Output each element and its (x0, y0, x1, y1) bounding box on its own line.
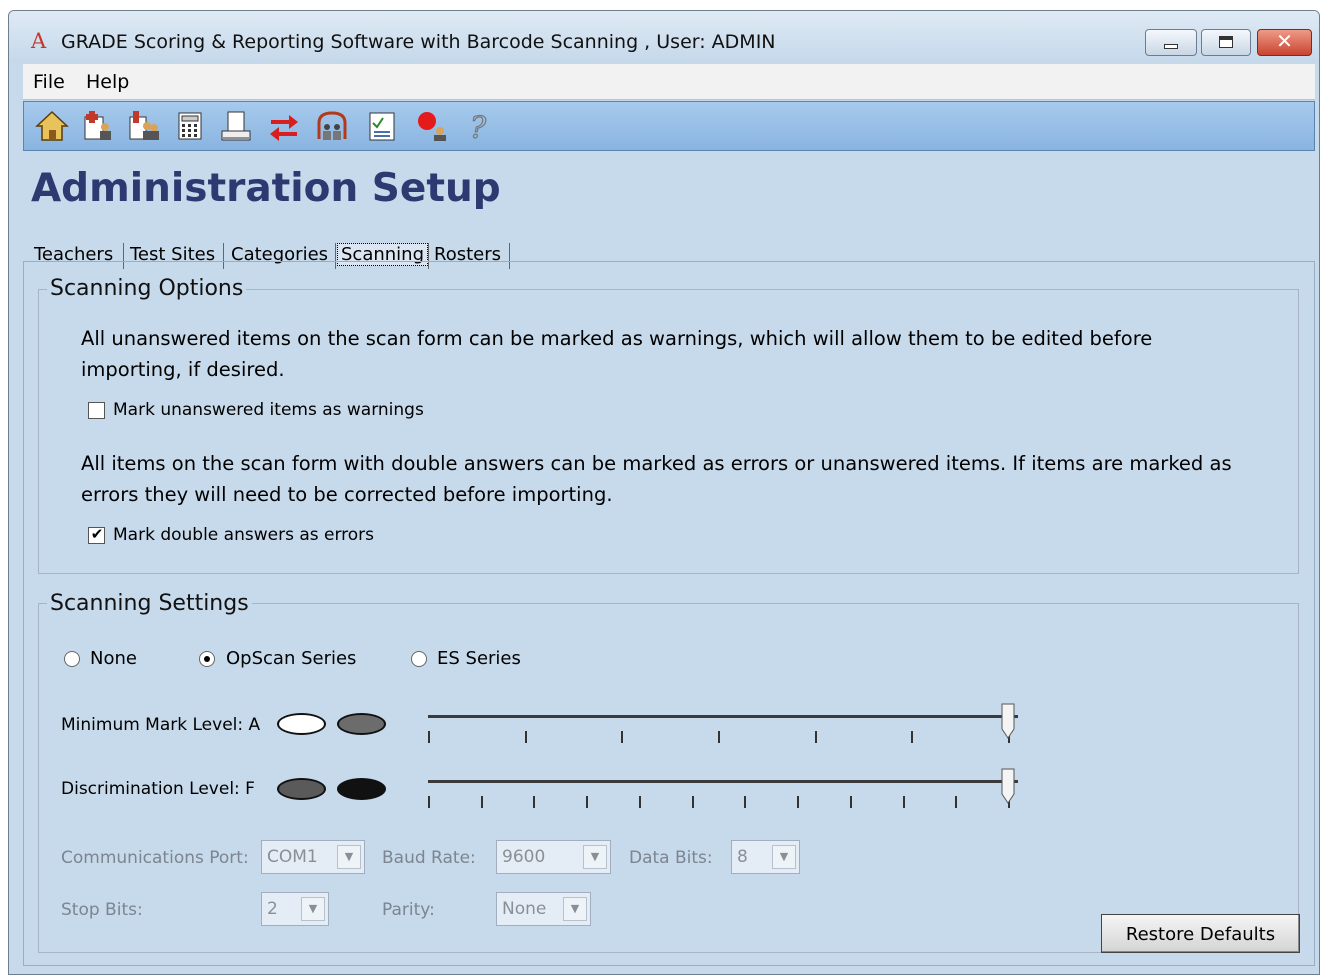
radio-selected-dot (204, 656, 210, 662)
minimum-mark-level-label: Minimum Mark Level: A (61, 715, 261, 735)
stop-bits-value: 2 (267, 899, 278, 919)
slider-tick (428, 731, 430, 743)
transfer-icon[interactable] (266, 108, 302, 144)
data-bits-value: 8 (737, 847, 748, 867)
dropdown-arrow-icon: ▼ (563, 897, 587, 921)
medium-mark-oval-icon (277, 778, 326, 800)
mark-unanswered-checkbox[interactable] (88, 402, 105, 419)
title-bar[interactable]: A GRADE Scoring & Reporting Software wit… (9, 11, 1319, 63)
scanning-options-title: Scanning Options (47, 276, 247, 302)
slider-tick (797, 796, 800, 808)
minimize-icon (1164, 44, 1178, 49)
app-logo-icon: A (31, 29, 47, 53)
dropdown-arrow-icon: ▼ (337, 845, 361, 869)
slider-tick (638, 796, 641, 808)
baud-rate-select[interactable]: 9600 ▼ (496, 840, 611, 874)
discrimination-level-label: Discrimination Level: F (61, 779, 255, 799)
radio-es-series-label[interactable]: ES Series (437, 648, 521, 670)
window-title: GRADE Scoring & Reporting Software with … (61, 31, 776, 53)
page-title: Administration Setup (31, 166, 501, 211)
mark-double-answers-label[interactable]: Mark double answers as errors (113, 524, 374, 546)
restore-defaults-button[interactable]: Restore Defaults (1101, 914, 1300, 953)
slider-tick (718, 731, 720, 743)
calculator-icon[interactable] (172, 108, 208, 144)
slider-tick (744, 796, 747, 808)
scanner-icon[interactable] (414, 108, 450, 144)
close-icon: ✕ (1276, 29, 1293, 53)
radio-none-label[interactable]: None (90, 648, 137, 670)
slider-tick (533, 796, 536, 808)
minimum-mark-slider[interactable] (428, 703, 1018, 753)
menu-file[interactable]: File (33, 72, 65, 92)
slider-tick (621, 731, 624, 743)
help-icon[interactable]: ? (460, 108, 496, 144)
scanning-settings-title: Scanning Settings (47, 591, 252, 617)
mark-double-answers-checkbox[interactable]: ✔ (88, 525, 105, 544)
slider-thumb[interactable] (1001, 768, 1016, 804)
dropdown-arrow-icon: ▼ (583, 845, 607, 869)
mark-unanswered-label[interactable]: Mark unanswered items as warnings (113, 399, 424, 421)
slider-tick (524, 731, 527, 743)
home-icon[interactable] (34, 108, 70, 144)
radio-none[interactable] (64, 651, 80, 667)
slider-tick (902, 796, 905, 808)
report-icon[interactable] (364, 108, 400, 144)
radio-opscan-series[interactable] (199, 651, 215, 667)
slider-tick (586, 796, 589, 808)
communications-port-value: COM1 (267, 847, 318, 867)
slider-track (428, 780, 1018, 783)
unanswered-description-line2: importing, if desired. (81, 358, 285, 381)
add-student-icon[interactable] (80, 108, 116, 144)
slider-tick (911, 731, 914, 743)
double-answers-description-line2: errors they will need to be corrected be… (81, 483, 613, 506)
slider-tick (428, 796, 430, 808)
data-bits-label: Data Bits: (629, 848, 713, 868)
slider-tick (480, 796, 483, 808)
data-bits-select[interactable]: 8 ▼ (731, 840, 800, 874)
check-icon: ✔ (90, 525, 104, 543)
menu-bar: File Help (23, 64, 1315, 100)
dark-mark-oval-icon (337, 778, 386, 800)
users-icon[interactable] (314, 108, 350, 144)
maximize-button[interactable] (1201, 29, 1251, 56)
slider-tick (691, 796, 694, 808)
baud-rate-value: 9600 (502, 847, 546, 867)
radio-es-series[interactable] (411, 651, 427, 667)
maximize-icon (1219, 36, 1233, 48)
slider-tick (955, 796, 958, 808)
unanswered-description-line1: All unanswered items on the scan form ca… (81, 327, 1153, 350)
print-icon[interactable] (218, 108, 254, 144)
radio-opscan-series-label[interactable]: OpScan Series (226, 648, 356, 670)
communications-port-label: Communications Port: (61, 848, 249, 868)
double-answers-description: All items on the scan form with double a… (81, 448, 1232, 510)
svg-text:?: ? (470, 111, 487, 143)
parity-label: Parity: (382, 900, 435, 920)
slider-track (428, 715, 1018, 718)
communications-port-select[interactable]: COM1 ▼ (261, 840, 365, 874)
parity-select[interactable]: None ▼ (496, 892, 591, 926)
discrimination-slider[interactable] (428, 768, 1018, 818)
baud-rate-label: Baud Rate: (382, 848, 476, 868)
stop-bits-label: Stop Bits: (61, 900, 143, 920)
dropdown-arrow-icon: ▼ (772, 845, 796, 869)
parity-value: None (502, 899, 547, 919)
close-button[interactable]: ✕ (1257, 29, 1312, 56)
slider-tick (849, 796, 852, 808)
light-mark-oval-icon (277, 713, 326, 735)
stop-bits-select[interactable]: 2 ▼ (261, 892, 329, 926)
slider-thumb[interactable] (1001, 703, 1016, 739)
add-group-icon[interactable] (126, 108, 162, 144)
slider-tick (814, 731, 817, 743)
dropdown-arrow-icon: ▼ (301, 897, 325, 921)
menu-help[interactable]: Help (86, 72, 129, 92)
app-window: A GRADE Scoring & Reporting Software wit… (8, 10, 1320, 975)
medium-mark-oval-icon (337, 713, 386, 735)
minimize-button[interactable] (1145, 29, 1197, 56)
unanswered-description: All unanswered items on the scan form ca… (81, 323, 1152, 385)
toolbar: ? (23, 101, 1315, 151)
double-answers-description-line1: All items on the scan form with double a… (81, 452, 1232, 475)
